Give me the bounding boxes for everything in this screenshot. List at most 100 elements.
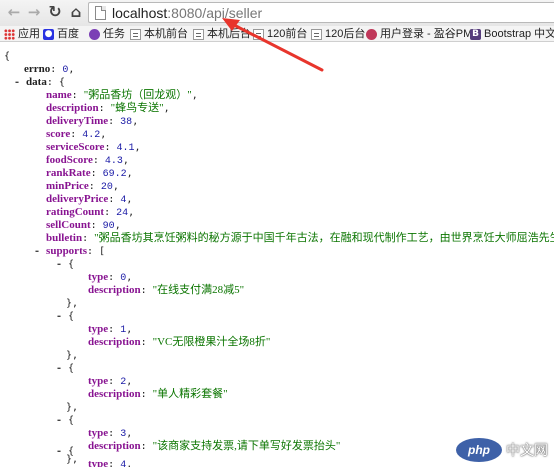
json-key: deliveryTime [46,115,109,127]
collapse-toggle[interactable]: - [56,363,68,374]
json-row-support-description: description: "单人精彩套餐" [88,388,228,400]
collapse-toggle[interactable]: - [56,415,68,426]
bookmark-label: 应用 [18,27,40,40]
bookmark-label: 120后台 [325,27,366,40]
json-value: "粥品香坊（回龙观）" [83,89,192,101]
json-key: description [88,440,141,452]
json-key: serviceScore [46,141,105,153]
json-row-type: type: 3, [88,427,133,440]
json-key: type [88,323,109,335]
bookmark-bootstrap[interactable]: B Bootstrap 中文网 [470,26,554,41]
json-row-deliveryTime: deliveryTime: 38, [46,115,139,128]
forward-arrow-icon[interactable]: → [26,4,42,20]
json-row-support-description: description: "该商家支持发票,请下单写好发票抬头" [88,440,341,452]
document-icon [253,28,264,40]
json-value: "蜂鸟专送" [110,102,164,114]
bookmark-120-back[interactable]: 120后台 [311,26,366,41]
home-icon[interactable]: ⌂ [68,4,84,20]
bookmark-label: 百度 [57,27,79,40]
reload-icon[interactable]: ↻ [47,4,63,20]
json-key: type [88,427,109,439]
json-key: sellCount [46,219,91,231]
bookmark-label: 任务 [103,27,125,40]
bookmark-label: 本机后台 [207,27,251,40]
document-icon [193,28,204,40]
json-key: description [46,102,99,114]
json-value: 4.3 [104,156,123,167]
json-row-type: type: 1, [88,323,133,336]
json-object-close: }, [66,402,79,413]
json-value: "VC无限橙果汁全场8折" [152,336,271,348]
page-icon [95,6,106,20]
php-logo: php [456,438,502,462]
json-key: description [88,388,141,400]
bookmark-task[interactable]: 任务 [89,26,125,41]
json-value: "该商家支持发票,请下单写好发票抬头" [152,440,341,452]
bookmark-label: Bootstrap 中文网 [484,27,554,40]
json-row-support-description: description: "在线支付满28减5" [88,284,245,296]
json-value: "在线支付满28减5" [152,284,245,296]
json-row-foodScore: foodScore: 4.3, [46,154,129,167]
json-key: name [46,89,72,101]
json-row-type: type: 2, [88,375,133,388]
json-value: 4.1 [116,143,135,154]
collapse-toggle[interactable]: - [34,246,46,257]
json-object-open: - { [56,363,75,374]
collapse-toggle[interactable]: - [56,446,68,457]
json-key: description [88,284,141,296]
bookmark-local-back[interactable]: 本机后台 [193,26,251,41]
json-key: type [88,375,109,387]
json-key: type [88,458,109,467]
json-key: data [26,76,47,88]
json-value: 20 [100,182,113,193]
back-arrow-icon[interactable]: ← [6,4,22,20]
json-object-close: }, [66,350,79,361]
json-key: supports [46,245,88,257]
watermark-text: 中文网 [506,442,548,458]
json-value: 38 [120,117,133,128]
json-row-minPrice: minPrice: 20, [46,180,119,193]
json-value: 69.2 [102,169,127,180]
json-row-data: - data: { [14,76,65,88]
document-icon [130,28,141,40]
watermark: php 中文网 [456,437,550,463]
json-key: deliveryPrice [46,193,109,205]
bookmarks-bar: 应用 ● 百度 任务 本机前台 本机后台 120前台 120后台 用户登录 - … [0,26,554,42]
bookmark-local-front[interactable]: 本机前台 [130,26,188,41]
json-viewer: { errno: 0, - data: { name: "粥品香坊（回龙观）",… [0,43,554,467]
apps-grid-icon [4,28,15,40]
json-row-name: name: "粥品香坊（回龙观）", [46,89,198,101]
json-key: foodScore [46,154,93,166]
collapse-toggle[interactable]: - [56,311,68,322]
json-object-close: }, [66,298,79,309]
collapse-toggle[interactable]: - [56,259,68,270]
json-key: description [88,336,141,348]
collapse-toggle[interactable]: - [14,77,26,88]
json-key: score [46,128,71,140]
bookmark-120-front[interactable]: 120前台 [253,26,307,41]
json-object-open: - { [56,446,75,457]
url-text[interactable]: localhost:8080/api/seller [112,4,262,22]
bookmark-label: 本机前台 [144,27,188,40]
address-bar[interactable]: localhost:8080/api/seller [88,2,554,23]
url-host: localhost [112,5,168,21]
json-key: errno [24,63,51,75]
bookmark-user-login[interactable]: 用户登录 - 盈谷PM [366,26,472,41]
bookmark-apps[interactable]: 应用 [4,26,40,41]
json-value: "粥品香坊其烹饪粥料的秘方源于中国千年古法，在融和现代制作工艺，由世界烹饪大师屈… [94,232,554,244]
json-key: rankRate [46,167,91,179]
json-row-type: type: 4, [88,458,132,467]
json-object-open: - { [56,415,75,426]
json-row-supports: - supports: [ [34,245,106,257]
url-path: :8080/api/seller [167,5,263,21]
json-row-deliveryPrice: deliveryPrice: 4, [46,193,133,206]
bookmark-baidu[interactable]: ● 百度 [43,26,79,41]
json-row-bulletin: bulletin: "粥品香坊其烹饪粥料的秘方源于中国千年古法，在融和现代制作工… [46,232,554,245]
task-icon [89,28,100,40]
json-key: minPrice [46,180,89,192]
document-icon [311,28,322,40]
json-object-open: - { [56,311,75,322]
json-object-open: - { [56,259,75,270]
json-row-sellCount: sellCount: 90, [46,219,121,232]
json-row-serviceScore: serviceScore: 4.1, [46,141,141,154]
